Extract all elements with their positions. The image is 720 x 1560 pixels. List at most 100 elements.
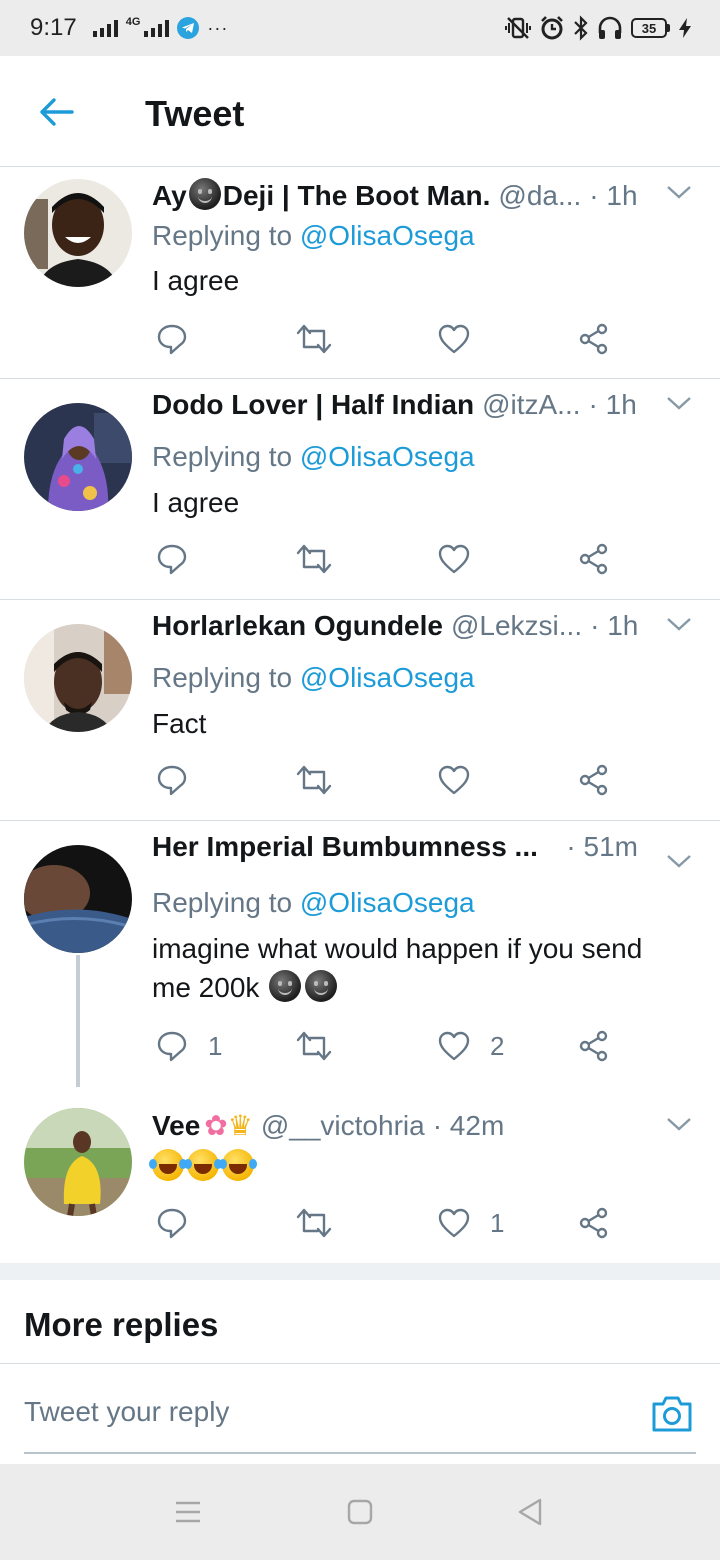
replying-to-link[interactable]: @OlisaOsega xyxy=(300,220,475,251)
chevron-down-icon[interactable] xyxy=(666,182,692,202)
vibrate-icon xyxy=(505,17,531,39)
chevron-down-icon[interactable] xyxy=(666,851,692,871)
reply-button[interactable] xyxy=(156,319,208,359)
reply-count: 1 xyxy=(208,1030,223,1061)
tweet-actions xyxy=(152,539,632,579)
like-button[interactable]: 2 xyxy=(438,1026,504,1066)
like-button[interactable] xyxy=(438,539,490,579)
signal-icon xyxy=(92,19,118,37)
menu-lines-icon xyxy=(176,1501,200,1523)
display-name[interactable]: Horlarlekan Ogundele xyxy=(152,610,443,642)
share-icon xyxy=(579,1030,608,1062)
display-name[interactable]: Vee ✿♛ xyxy=(152,1109,253,1142)
avatar[interactable] xyxy=(24,403,132,511)
back-arrow-icon xyxy=(40,98,74,126)
share-button[interactable] xyxy=(578,1203,610,1243)
share-icon xyxy=(579,323,608,355)
share-icon xyxy=(579,764,608,796)
tweet[interactable]: Horlarlekan Ogundele @Lekzsi... · 1h Rep… xyxy=(0,600,720,821)
like-count: 1 xyxy=(490,1207,505,1238)
avatar[interactable] xyxy=(24,624,132,732)
replying-to-link[interactable]: @OlisaOsega xyxy=(300,662,475,693)
tweet[interactable]: Her Imperial Bumbumness ... · 51m Replyi… xyxy=(0,821,720,1107)
username-handle[interactable]: @__victohria xyxy=(261,1110,425,1142)
like-button[interactable]: 1 xyxy=(438,1203,504,1243)
replying-to: Replying to @OlisaOsega xyxy=(152,220,475,251)
tweet-text: imagine what would happen if you send me… xyxy=(152,933,643,1003)
reply-icon xyxy=(157,765,187,796)
avatar[interactable] xyxy=(24,1108,132,1216)
tweet-time: · 51m xyxy=(566,831,638,862)
more-replies-header[interactable]: More replies xyxy=(0,1280,720,1364)
retweet-button[interactable] xyxy=(296,1026,332,1066)
display-name[interactable]: Ay Deji | The Boot Man. xyxy=(152,178,490,212)
display-name[interactable]: Her Imperial Bumbumness ... xyxy=(152,831,538,863)
back-nav-button[interactable] xyxy=(512,1494,548,1530)
reply-button[interactable] xyxy=(156,760,208,800)
retweet-button[interactable] xyxy=(296,1203,332,1243)
tweet-text: I agree xyxy=(152,487,240,518)
reply-icon xyxy=(157,1208,187,1239)
smiling-emoji-icon xyxy=(269,970,302,1002)
share-button[interactable] xyxy=(578,319,610,359)
like-button[interactable] xyxy=(438,319,490,359)
tweet-actions: 1 2 xyxy=(152,1026,632,1066)
share-icon xyxy=(579,543,608,575)
reply-button[interactable] xyxy=(156,539,208,579)
reply-button[interactable] xyxy=(156,1203,208,1243)
tweet-text xyxy=(149,1149,680,1191)
tweet-time: · 42m xyxy=(432,1110,505,1141)
more-replies-label: More replies xyxy=(24,1306,219,1343)
retweet-button[interactable] xyxy=(296,319,332,359)
replying-to-link[interactable]: @OlisaOsega xyxy=(300,887,475,918)
avatar[interactable] xyxy=(24,845,132,953)
tweet-actions: 1 xyxy=(152,1203,632,1243)
home-button[interactable] xyxy=(342,1494,378,1530)
recents-button[interactable] xyxy=(170,1494,206,1530)
back-triangle-icon xyxy=(518,1498,542,1526)
like-button[interactable] xyxy=(438,760,490,800)
telegram-icon xyxy=(177,17,200,39)
username-handle[interactable]: @itzA... xyxy=(482,389,580,421)
reply-input[interactable] xyxy=(24,1390,624,1434)
tweet-header: Dodo Lover | Half Indian @itzA... · 1h xyxy=(152,389,692,421)
username-handle[interactable]: @Lekzsi... xyxy=(451,610,582,642)
tweet[interactable]: Ay Deji | The Boot Man. @da... · 1h Reply… xyxy=(0,168,720,379)
retweet-icon xyxy=(296,544,332,574)
reply-icon xyxy=(157,1031,187,1062)
share-button[interactable] xyxy=(578,539,610,579)
reply-button[interactable]: 1 xyxy=(156,1026,222,1066)
retweet-icon xyxy=(296,1208,332,1238)
status-time: 9:17 xyxy=(30,14,77,41)
retweet-button[interactable] xyxy=(296,760,332,800)
tweet-header: Her Imperial Bumbumness ... · 51m xyxy=(152,831,692,863)
heart-icon xyxy=(438,1031,470,1061)
home-square-icon xyxy=(347,1499,373,1525)
laughing-tears-emoji-icon xyxy=(149,1149,184,1181)
system-nav-bar xyxy=(0,1464,720,1560)
tweet[interactable]: Dodo Lover | Half Indian @itzA... · 1h R… xyxy=(0,379,720,600)
chevron-down-icon[interactable] xyxy=(666,1114,692,1134)
chevron-down-icon[interactable] xyxy=(666,393,692,413)
display-name[interactable]: Dodo Lover | Half Indian xyxy=(152,389,474,421)
heart-icon xyxy=(438,324,470,354)
share-button[interactable] xyxy=(578,1026,610,1066)
retweet-icon xyxy=(296,1031,332,1061)
tweet-text: Fact xyxy=(152,708,207,739)
mobile-data-icon xyxy=(144,19,170,37)
tweet-time: · 1h xyxy=(589,180,638,211)
replying-to-link[interactable]: @OlisaOsega xyxy=(300,441,475,472)
like-count: 2 xyxy=(490,1030,505,1061)
camera-button[interactable] xyxy=(650,1394,694,1434)
bluetooth-icon xyxy=(574,15,588,41)
share-button[interactable] xyxy=(578,760,610,800)
retweet-button[interactable] xyxy=(296,539,332,579)
battery-level: 35 xyxy=(631,18,667,38)
back-button[interactable] xyxy=(36,94,76,130)
tweet[interactable]: Vee ✿♛ @__victohria · 42m 1 xyxy=(0,1087,720,1263)
avatar[interactable] xyxy=(24,179,132,287)
username-handle[interactable]: @da... xyxy=(498,180,581,212)
more-dots-icon: ··· xyxy=(207,17,229,38)
camera-icon xyxy=(652,1396,692,1432)
chevron-down-icon[interactable] xyxy=(666,614,692,634)
